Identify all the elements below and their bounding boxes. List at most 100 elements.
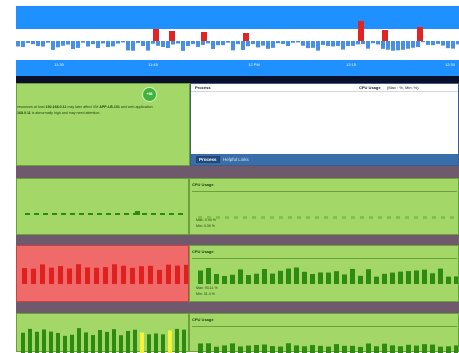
timeline-bottom-bar	[16, 76, 459, 83]
cpu-usage-bar	[238, 346, 243, 353]
sparkline-bar	[76, 264, 81, 284]
timeline-down-bar	[171, 41, 175, 45]
sparkline-bar	[56, 332, 60, 353]
sparkline-bar	[161, 334, 165, 353]
cpu-usage-bar	[214, 274, 219, 284]
cpu-usage-bar	[441, 216, 445, 219]
sparkline-bar	[25, 213, 30, 215]
alert-message: resources at host 192.168.0.11 may later…	[17, 104, 189, 116]
cpu-usage-bar	[288, 216, 292, 219]
sparkline-bar	[85, 267, 90, 284]
sparkline-bar	[52, 213, 57, 215]
row-divider	[16, 166, 459, 178]
timeline-down-bar	[331, 41, 335, 47]
host-sparkline-panel-1[interactable]	[16, 178, 189, 235]
cpu-usage-bar	[278, 346, 283, 353]
cpu-usage-bar	[390, 272, 395, 284]
timeline-down-bar	[216, 41, 220, 46]
timeline-down-bar	[351, 41, 355, 46]
timeline-down-bar	[116, 41, 120, 44]
cpu-usage-bar	[222, 275, 227, 284]
alert-vm: APP-LB-101	[99, 105, 120, 109]
column-cpu-usage[interactable]: CPU Usage	[359, 85, 381, 90]
event-timeline[interactable]: 11:30 11:45 12 PM 12:15 12:30	[16, 6, 459, 83]
timeline-down-bar	[336, 41, 340, 46]
sparkline-bar	[31, 268, 36, 284]
tab-process[interactable]: Process	[196, 156, 220, 163]
cpu-usage-bar	[454, 276, 458, 284]
timeline-down-bar	[26, 41, 30, 44]
timeline-up-bar	[153, 29, 159, 41]
timeline-down-bar	[186, 41, 190, 47]
timeline-down-bar	[386, 41, 390, 50]
cpu-usage-bar	[234, 216, 238, 219]
timeline-down-bar	[176, 41, 180, 44]
cpu-usage-chart-3	[198, 343, 458, 353]
timeline-down-bar	[411, 41, 415, 48]
host-sparkline-1	[25, 211, 183, 215]
timeline-chart[interactable]: 11:30 11:45 12 PM 12:15 12:30	[16, 6, 459, 83]
timeline-down-bar	[211, 41, 215, 49]
cpu-usage-panel-2[interactable]: CPU Usage Max: 93.11 % Min: 31.4 %	[189, 245, 459, 302]
timeline-down-bar	[101, 41, 105, 44]
cpu-usage-panel-3[interactable]: CPU Usage	[189, 313, 459, 353]
cpu-usage-bar	[206, 267, 211, 284]
timeline-down-bar	[451, 41, 455, 49]
timeline-axis-band	[16, 60, 459, 69]
timeline-down-bar	[321, 41, 325, 45]
row-divider	[16, 302, 459, 313]
cpu-usage-chart-1	[198, 216, 454, 219]
column-process[interactable]: Process	[195, 85, 211, 90]
sparkline-bar	[157, 269, 162, 284]
timeline-down-bar	[181, 41, 185, 51]
process-panel: Process CPU Usage (Max : %, Min: %) Proc…	[190, 83, 459, 166]
host-sparkline-panel-2[interactable]	[16, 245, 189, 302]
cpu-usage-bar	[326, 272, 331, 284]
tab-helpful-links[interactable]: Helpful Links	[223, 157, 249, 162]
sparkline-bar	[21, 332, 25, 353]
sparkline-bar	[84, 332, 88, 353]
sparkline-bar	[119, 335, 123, 353]
timeline-down-bar	[236, 41, 240, 45]
timeline-down-bar	[21, 41, 25, 48]
sparkline-bar	[112, 264, 117, 284]
timeline-down-bar	[141, 41, 145, 46]
cpu-usage-bar	[270, 273, 275, 284]
cpu-usage-bar	[398, 271, 403, 284]
sparkline-bar	[148, 265, 153, 284]
timeline-tick-label: 12:30	[445, 62, 456, 67]
timeline-down-bar	[246, 41, 250, 47]
sparkline-bar	[124, 213, 129, 215]
cpu-usage-bar	[406, 271, 411, 284]
alert-badge[interactable]: +88	[142, 87, 157, 102]
column-cpu-range: (Max : %, Min: %)	[387, 85, 419, 90]
timeline-down-bar	[201, 41, 205, 45]
timeline-down-bar	[431, 41, 435, 46]
alert-host-line2: 168.0.11	[17, 111, 31, 115]
cpu-usage-bar	[423, 216, 427, 219]
timeline-up-bar	[417, 27, 423, 41]
sparkline-bar	[154, 333, 158, 353]
cpu-usage-bar	[230, 274, 235, 284]
cpu-usage-bar	[214, 346, 219, 353]
timeline-down-bar	[296, 41, 300, 43]
timeline-down-bar	[146, 41, 150, 51]
cpu-usage-bar	[261, 216, 265, 219]
timeline-down-bar	[276, 41, 280, 44]
timeline-down-bar	[96, 41, 100, 49]
sparkline-bar	[58, 266, 63, 284]
host-sparkline-panel-3[interactable]	[16, 313, 189, 353]
cpu-usage-bar	[438, 268, 443, 284]
sparkline-bar	[135, 211, 140, 215]
cpu-usage-bar	[297, 216, 301, 219]
cpu-usage-panel-1[interactable]: CPU Usage Max: 0.94 % Min: 0.39 %	[189, 178, 459, 235]
timeline-down-bar	[306, 41, 310, 49]
sparkline-bar	[22, 268, 27, 284]
timeline-tick-label: 12:15	[346, 62, 357, 67]
host-sparkline-3	[21, 328, 186, 353]
cpu-usage-bar	[286, 268, 291, 284]
cpu-usage-bar	[334, 271, 339, 284]
timeline-tick-label: 11:30	[54, 62, 64, 67]
sparkline-bar	[35, 331, 39, 353]
sparkline-bar	[63, 335, 67, 353]
